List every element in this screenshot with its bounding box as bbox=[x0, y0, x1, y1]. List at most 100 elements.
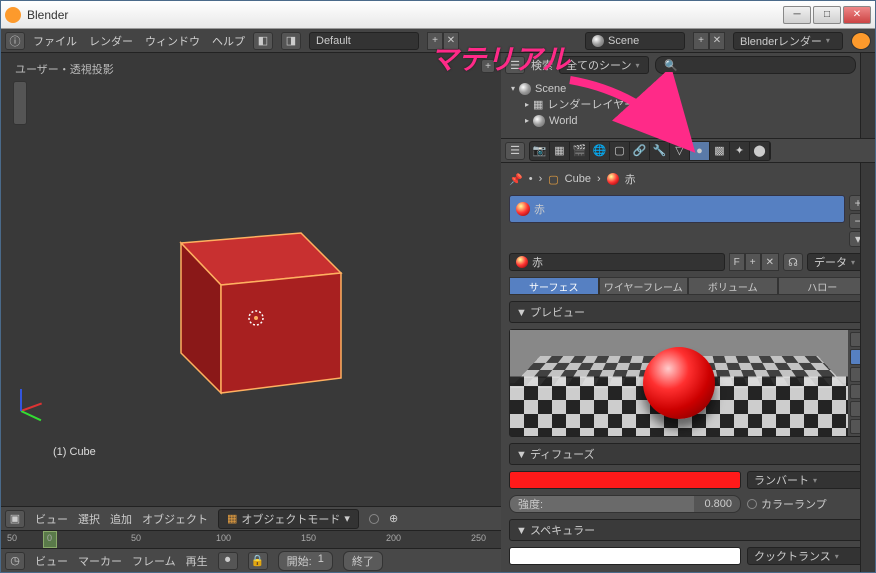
specular-panel-header[interactable]: ▼ スペキュラー bbox=[509, 519, 867, 541]
tab-volume[interactable]: ボリューム bbox=[688, 277, 778, 295]
vp-menu-view[interactable]: ビュー bbox=[35, 511, 68, 527]
scene-remove-button[interactable]: ✕ bbox=[709, 32, 725, 50]
shading-mode-button[interactable] bbox=[369, 514, 379, 524]
layout-add-button[interactable]: + bbox=[427, 32, 443, 50]
tab-particles-icon[interactable]: ✦ bbox=[730, 142, 750, 160]
properties-panel: 📌 •› ▢Cube› 赤 赤 + − ▾ 赤 F + ✕ ☊ データ▾ bbox=[501, 163, 875, 572]
outliner-renderlayers-row[interactable]: ▸▦レンダーレイヤー bbox=[511, 97, 850, 113]
properties-toggle[interactable]: + bbox=[481, 59, 495, 73]
editor-type-outliner-icon[interactable]: ☰ bbox=[505, 56, 525, 74]
tab-object-icon[interactable]: ▢ bbox=[610, 142, 630, 160]
keying-set-button[interactable]: 🔒 bbox=[248, 552, 268, 570]
scene-dropdown[interactable]: Scene bbox=[585, 32, 685, 50]
material-icon bbox=[607, 173, 619, 185]
properties-scrollbar[interactable] bbox=[860, 163, 875, 572]
tl-menu-marker[interactable]: マーカー bbox=[78, 553, 122, 569]
tab-layers-icon[interactable]: ▦ bbox=[550, 142, 570, 160]
3d-viewport[interactable]: ユーザー・透視投影 + (1) Cube bbox=[1, 53, 501, 506]
new-material-button[interactable]: + bbox=[745, 253, 761, 271]
diffuse-shader-dropdown[interactable]: ランバート▾ bbox=[747, 471, 867, 489]
fake-user-button[interactable]: F bbox=[729, 253, 745, 271]
tab-physics-icon[interactable]: ⬤ bbox=[750, 142, 770, 160]
material-link-dropdown[interactable]: データ▾ bbox=[807, 253, 867, 271]
layout-remove-button[interactable]: ✕ bbox=[443, 32, 459, 50]
pin-icon[interactable]: 📌 bbox=[509, 173, 523, 186]
window-titlebar: Blender ─ □ ✕ bbox=[1, 1, 875, 29]
layout-next-button[interactable]: ◨ bbox=[281, 32, 301, 50]
active-object-label: (1) Cube bbox=[53, 446, 96, 458]
outliner-scrollbar[interactable] bbox=[860, 53, 875, 138]
menu-help[interactable]: ヘルプ bbox=[212, 33, 245, 49]
axis-gizmo bbox=[21, 410, 61, 450]
diffuse-intensity-slider[interactable]: 強度:0.800 bbox=[509, 495, 741, 513]
minimize-button[interactable]: ─ bbox=[783, 6, 811, 24]
tl-menu-play[interactable]: 再生 bbox=[186, 553, 208, 569]
material-icon bbox=[516, 256, 528, 268]
preview-panel-header[interactable]: ▼ プレビュー bbox=[509, 301, 867, 323]
tab-scene-icon[interactable]: 🎬 bbox=[570, 142, 590, 160]
close-button[interactable]: ✕ bbox=[843, 6, 871, 24]
material-slot[interactable]: 赤 bbox=[509, 195, 845, 223]
layout-prev-button[interactable]: ◧ bbox=[253, 32, 273, 50]
scene-icon bbox=[592, 35, 604, 47]
top-menu-bar: ⓘ ファイル レンダー ウィンドウ ヘルプ ◧ ◨ Default +✕ Sce… bbox=[1, 29, 875, 53]
toolbar-toggle[interactable] bbox=[13, 81, 27, 125]
color-ramp-checkbox[interactable] bbox=[747, 499, 757, 509]
mode-dropdown[interactable]: ▦オブジェクトモード▾ bbox=[218, 509, 359, 529]
start-frame-field[interactable]: 開始:1 bbox=[278, 551, 333, 571]
specular-shader-dropdown[interactable]: クックトランス▾ bbox=[747, 547, 867, 565]
editor-type-properties-icon[interactable]: ☰ bbox=[505, 142, 525, 160]
tab-data-icon[interactable]: ▽ bbox=[670, 142, 690, 160]
material-type-tabs: サーフェス ワイヤーフレーム ボリューム ハロー bbox=[509, 277, 867, 295]
diffuse-color-swatch[interactable] bbox=[509, 471, 741, 489]
tl-menu-view[interactable]: ビュー bbox=[35, 553, 68, 569]
screen-layout-dropdown[interactable]: Default bbox=[309, 32, 419, 50]
tab-world-icon[interactable]: 🌐 bbox=[590, 142, 610, 160]
diffuse-panel-header[interactable]: ▼ ディフューズ bbox=[509, 443, 867, 465]
pivot-icon[interactable]: ⊕ bbox=[389, 512, 398, 525]
auto-keyframe-button[interactable]: ⏺ bbox=[218, 552, 238, 570]
tab-halo[interactable]: ハロー bbox=[778, 277, 868, 295]
tab-render-icon[interactable]: 📷 bbox=[530, 142, 550, 160]
properties-context-tabs: 📷 ▦ 🎬 🌐 ▢ 🔗 🔧 ▽ ● ▩ ✦ ⬤ bbox=[529, 141, 771, 161]
maximize-button[interactable]: □ bbox=[813, 6, 841, 24]
end-frame-field[interactable]: 終了 bbox=[343, 551, 383, 571]
editor-type-timeline-icon[interactable]: ◷ bbox=[5, 552, 25, 570]
outliner-scene-row[interactable]: ▾Scene bbox=[511, 81, 850, 97]
viewport-projection-label: ユーザー・透視投影 bbox=[15, 61, 114, 77]
outliner-filter-dropdown[interactable]: 全てのシーン▾ bbox=[559, 56, 649, 74]
menu-render[interactable]: レンダー bbox=[89, 33, 133, 49]
properties-header: ☰ 📷 ▦ 🎬 🌐 ▢ 🔗 🔧 ▽ ● ▩ ✦ ⬤ bbox=[501, 139, 875, 163]
world-icon bbox=[533, 115, 545, 127]
editor-type-3dview-icon[interactable]: ▣ bbox=[5, 510, 25, 528]
outliner: ☰ 検索 全てのシーン▾ 🔍 ▾Scene ▸▦レンダーレイヤー ▸World bbox=[501, 53, 875, 139]
tab-material-icon[interactable]: ● bbox=[690, 142, 710, 160]
render-engine-dropdown[interactable]: Blenderレンダー▾ bbox=[733, 32, 843, 50]
timeline-header: ◷ ビュー マーカー フレーム 再生 ⏺ 🔒 開始:1 終了 bbox=[1, 548, 501, 572]
tab-wire[interactable]: ワイヤーフレーム bbox=[599, 277, 689, 295]
specular-color-swatch[interactable] bbox=[509, 547, 741, 565]
cube-icon: ▢ bbox=[548, 173, 558, 186]
tab-constraints-icon[interactable]: 🔗 bbox=[630, 142, 650, 160]
tl-menu-frame[interactable]: フレーム bbox=[132, 553, 176, 569]
cube-mesh[interactable] bbox=[141, 183, 371, 413]
material-name-field[interactable]: 赤 bbox=[509, 253, 725, 271]
menu-file[interactable]: ファイル bbox=[33, 33, 77, 49]
color-ramp-label: カラーランプ bbox=[761, 496, 827, 512]
vp-menu-object[interactable]: オブジェクト bbox=[142, 511, 208, 527]
unlink-material-button[interactable]: ✕ bbox=[761, 253, 779, 271]
blender-icon[interactable] bbox=[851, 32, 871, 50]
scene-add-button[interactable]: + bbox=[693, 32, 709, 50]
menu-window[interactable]: ウィンドウ bbox=[145, 33, 200, 49]
vp-menu-add[interactable]: 追加 bbox=[110, 511, 132, 527]
scene-icon bbox=[519, 83, 531, 95]
tab-modifiers-icon[interactable]: 🔧 bbox=[650, 142, 670, 160]
timeline[interactable]: 50 0 50 100 150 200 250 bbox=[1, 530, 501, 548]
nodes-button[interactable]: ☊ bbox=[783, 253, 803, 271]
outliner-world-row[interactable]: ▸World bbox=[511, 113, 850, 129]
tab-texture-icon[interactable]: ▩ bbox=[710, 142, 730, 160]
info-editor-icon[interactable]: ⓘ bbox=[5, 32, 25, 50]
vp-menu-select[interactable]: 選択 bbox=[78, 511, 100, 527]
tab-surface[interactable]: サーフェス bbox=[509, 277, 599, 295]
outliner-search-input[interactable]: 🔍 bbox=[655, 56, 856, 74]
